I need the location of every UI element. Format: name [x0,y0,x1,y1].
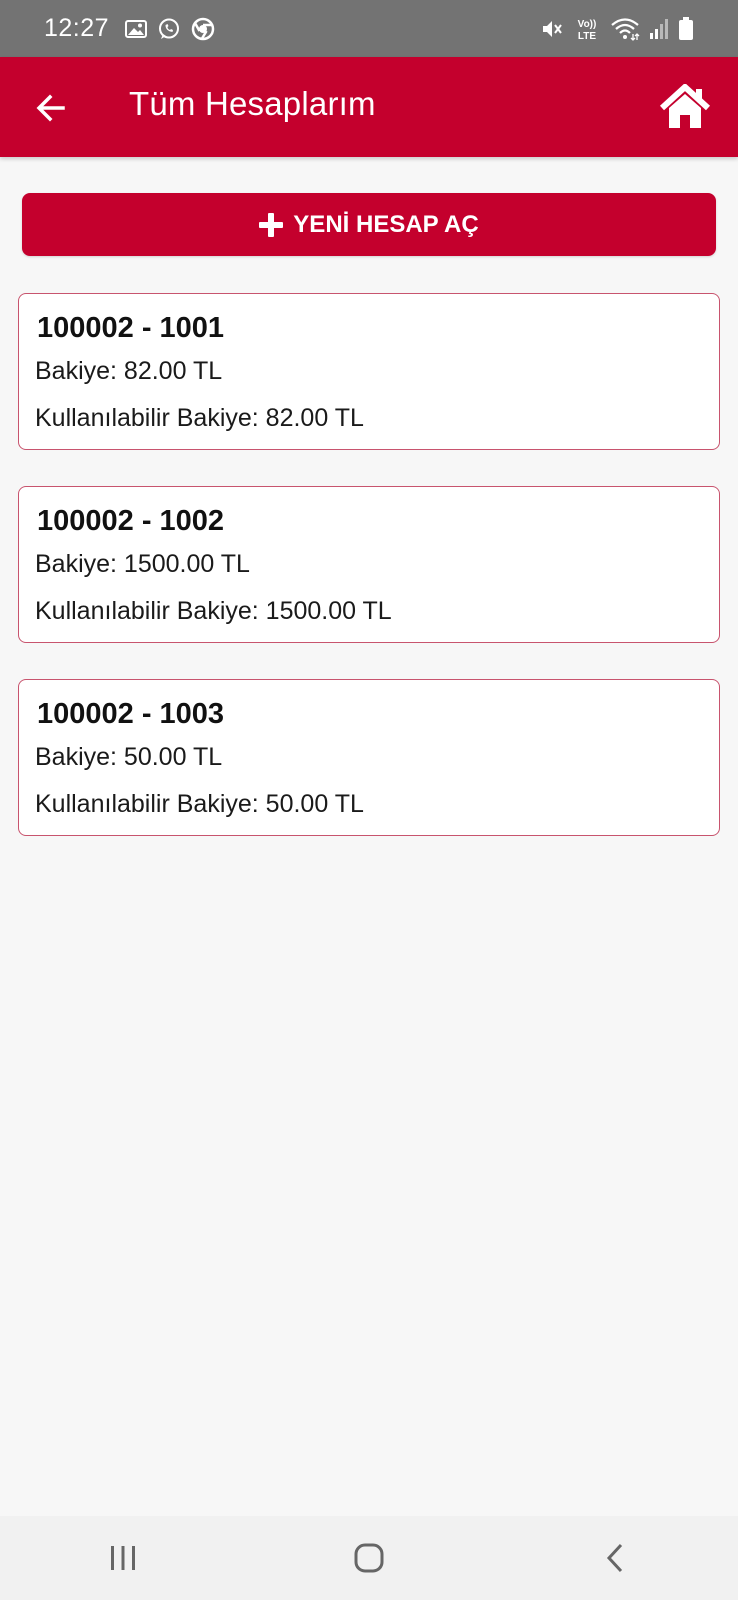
plus-icon [259,212,284,237]
image-icon [125,19,148,39]
volte-top-text: Vo)) [578,19,597,30]
back-nav-button[interactable] [575,1528,655,1588]
account-card[interactable]: 100002 - 1003 Bakiye: 50.00 TL Kullanıla… [18,679,720,836]
new-account-button[interactable]: YENİ HESAP AÇ [22,193,716,256]
system-nav-bar [0,1516,738,1600]
account-balance: Bakiye: 50.00 TL [35,743,223,771]
account-number: 100002 - 1001 [37,312,225,344]
account-balance: Bakiye: 82.00 TL [35,357,223,385]
screen: 12:27 Vo)) LTE Tüm Hesaplarım YENİ HESAP… [0,0,738,1600]
page-title: Tüm Hesaplarım [129,85,376,122]
account-number: 100002 - 1003 [37,698,225,730]
account-card[interactable]: 100002 - 1001 Bakiye: 82.00 TL Kullanıla… [18,293,720,450]
back-nav-icon [606,1543,623,1573]
status-right-icons: Vo)) LTE [540,16,694,42]
app-bar: Tüm Hesaplarım [0,57,738,157]
home-icon [659,84,711,128]
status-time: 12:27 [44,14,110,42]
whatsapp-icon [157,17,181,41]
account-available-balance: Kullanılabilir Bakiye: 50.00 TL [35,790,364,818]
status-bar: 12:27 Vo)) LTE [0,0,738,57]
home-nav-button[interactable] [329,1528,409,1588]
account-list: 100002 - 1001 Bakiye: 82.00 TL Kullanıla… [18,293,720,872]
arrow-left-icon [36,94,65,122]
volte-bottom-text: LTE [578,31,596,42]
account-balance: Bakiye: 1500.00 TL [35,550,250,578]
home-button[interactable] [658,83,712,131]
account-number: 100002 - 1002 [37,505,225,537]
mute-icon [540,17,564,41]
account-available-balance: Kullanılabilir Bakiye: 1500.00 TL [35,597,392,625]
account-available-balance: Kullanılabilir Bakiye: 82.00 TL [35,404,364,432]
chrome-icon [191,17,215,41]
home-nav-icon [354,1543,384,1573]
recents-icon [111,1546,135,1570]
recents-button[interactable] [83,1528,163,1588]
back-button[interactable] [30,87,72,129]
battery-icon [678,16,694,41]
wifi-icon [610,17,640,41]
signal-icon [649,18,669,40]
volte-icon: Vo)) LTE [573,16,601,42]
new-account-label: YENİ HESAP AÇ [293,210,479,238]
status-left-icons [125,17,215,41]
account-card[interactable]: 100002 - 1002 Bakiye: 1500.00 TL Kullanı… [18,486,720,643]
